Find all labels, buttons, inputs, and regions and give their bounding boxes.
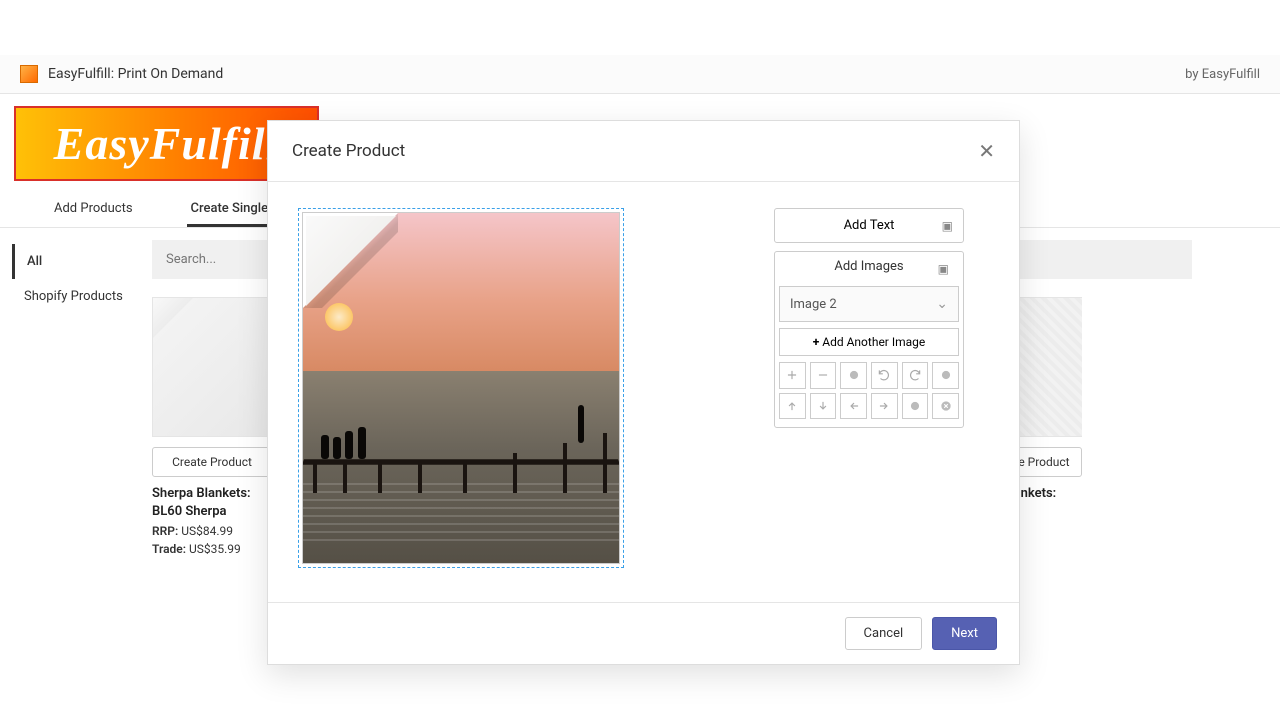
add-images-header: Add Images ▣ — [779, 256, 959, 282]
tool-move-up[interactable] — [779, 393, 806, 420]
product-trade: Trade: US$35.99 — [152, 542, 272, 556]
tool-grid — [779, 362, 959, 419]
create-product-modal: Create Product ✕ — [267, 120, 1020, 665]
image-select[interactable]: Image 2 ⌄ — [779, 286, 959, 322]
image-select-value: Image 2 — [790, 297, 837, 312]
byline: by EasyFulfill — [1185, 67, 1260, 82]
tool-circle-3[interactable] — [902, 393, 929, 420]
camera-icon: ▣ — [942, 219, 953, 233]
add-images-label: Add Images — [834, 259, 903, 274]
tool-rotate-right[interactable] — [902, 362, 929, 389]
next-button[interactable]: Next — [932, 617, 997, 650]
add-text-label: Add Text — [844, 218, 895, 233]
tool-move-down[interactable] — [810, 393, 837, 420]
tool-zoom-in[interactable] — [779, 362, 806, 389]
create-product-button[interactable]: Create Product — [152, 447, 272, 477]
sidebar: All Shopify Products — [12, 240, 152, 556]
tool-rotate-left[interactable] — [871, 362, 898, 389]
add-text-button[interactable]: Add Text ▣ — [774, 208, 964, 243]
product-thumb — [152, 297, 272, 437]
tool-delete[interactable] — [932, 393, 959, 420]
product-rrp: RRP: US$84.99 — [152, 524, 272, 538]
camera-icon: ▣ — [938, 262, 949, 276]
cancel-button[interactable]: Cancel — [845, 617, 923, 650]
sidebar-item-shopify[interactable]: Shopify Products — [12, 279, 152, 314]
modal-title: Create Product — [292, 141, 405, 161]
product-card: Create Product Sherpa Blankets: BL60 She… — [152, 297, 272, 556]
tool-zoom-out[interactable] — [810, 362, 837, 389]
sidebar-item-all[interactable]: All — [12, 244, 152, 279]
close-button[interactable]: ✕ — [978, 139, 995, 163]
app-title: EasyFulfill: Print On Demand — [48, 66, 223, 82]
tool-move-right[interactable] — [871, 393, 898, 420]
app-topbar: EasyFulfill: Print On Demand by EasyFulf… — [0, 55, 1280, 94]
editor-panel: Add Text ▣ Add Images ▣ Image 2 ⌄ + Add … — [774, 208, 964, 576]
tool-move-left[interactable] — [840, 393, 867, 420]
tab-add-products[interactable]: Add Products — [50, 193, 137, 227]
brand-logo-text: EasyFulfill — [54, 117, 280, 170]
tool-circle[interactable] — [840, 362, 867, 389]
design-canvas[interactable] — [298, 208, 624, 568]
chevron-down-icon: ⌄ — [936, 296, 948, 312]
product-name: Sherpa Blankets: BL60 Sherpa — [152, 485, 272, 520]
add-another-image-button[interactable]: + Add Another Image — [779, 328, 959, 356]
app-icon — [20, 65, 38, 83]
tool-circle-2[interactable] — [932, 362, 959, 389]
